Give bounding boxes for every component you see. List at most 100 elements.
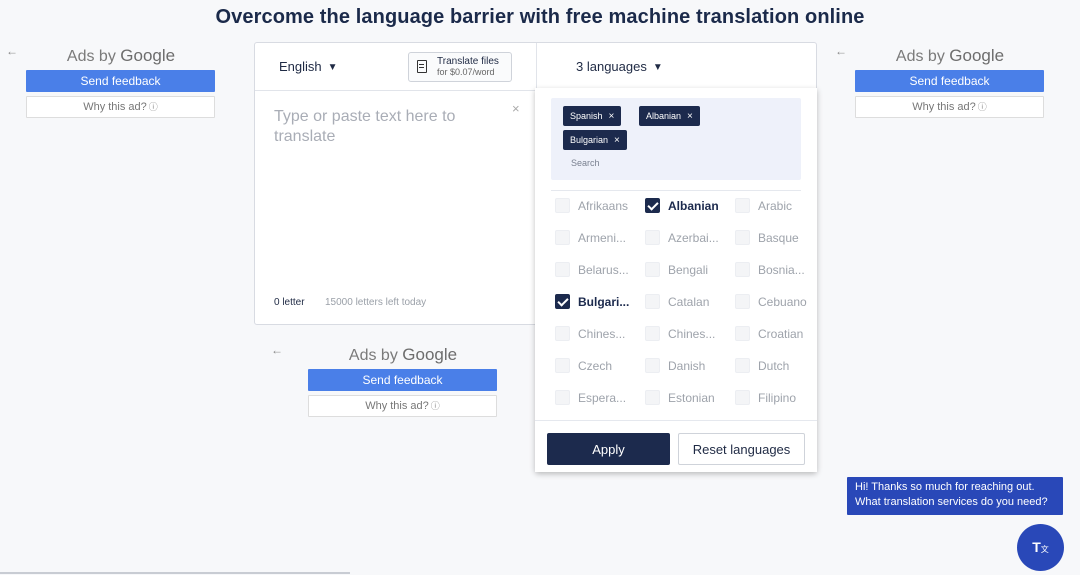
checkbox[interactable] <box>735 358 750 373</box>
close-icon[interactable]: × <box>687 111 693 122</box>
checkbox[interactable] <box>555 294 570 309</box>
language-option-label: Cebuano <box>758 295 807 309</box>
send-feedback-button[interactable]: Send feedback <box>308 369 497 391</box>
language-option-label: Dutch <box>758 359 790 373</box>
checkbox[interactable] <box>645 390 660 405</box>
language-chip[interactable]: Spanish × <box>563 106 622 126</box>
language-option-label: Bulgari... <box>578 295 630 309</box>
checkbox[interactable] <box>555 262 570 277</box>
checkbox[interactable] <box>555 230 570 245</box>
language-chip[interactable]: Bulgarian × <box>563 130 627 150</box>
checkbox[interactable] <box>645 294 660 309</box>
language-option[interactable]: Espera... <box>555 389 643 407</box>
document-icon <box>417 60 427 73</box>
target-languages-select[interactable]: 3 languages ▼ <box>567 53 672 81</box>
language-option[interactable]: Bengali <box>645 261 733 279</box>
why-this-ad-button[interactable]: Why this ad? ⓘ <box>26 96 215 118</box>
language-chip[interactable]: Albanian × <box>639 106 700 126</box>
ad-back-arrow-icon[interactable]: ← <box>271 343 283 357</box>
language-dropdown: Spanish × Albanian × Bulgarian × Search Afr… <box>535 88 817 472</box>
checkbox[interactable] <box>555 326 570 341</box>
checkbox[interactable] <box>735 262 750 277</box>
selected-languages-box: Spanish × Albanian × Bulgarian × Search <box>551 98 801 180</box>
letters-left-label: 15000 letters left today <box>325 297 427 308</box>
language-option[interactable]: Danish <box>645 357 733 375</box>
language-option[interactable]: Arabic <box>735 197 823 215</box>
checkbox[interactable] <box>645 262 660 277</box>
language-option[interactable]: Filipino <box>735 389 823 407</box>
letter-count: 0 letter <box>274 297 305 308</box>
language-option-label: Azerbai... <box>668 231 719 245</box>
ads-by-google-label: Ads by Google <box>895 46 1005 65</box>
language-option-label: Espera... <box>578 391 627 405</box>
language-option[interactable]: Albanian <box>645 197 733 215</box>
chevron-down-icon: ▼ <box>327 62 338 73</box>
ads-by-google-label: Ads by Google <box>66 46 176 65</box>
dropdown-footer: Apply Reset languages <box>535 420 817 472</box>
language-option[interactable]: Afrikaans <box>555 197 643 215</box>
language-option[interactable]: Chines... <box>645 325 733 343</box>
checkbox[interactable] <box>645 230 660 245</box>
translate-files-button[interactable]: Translate files for $0.07/word <box>408 52 512 82</box>
close-icon[interactable]: × <box>609 111 615 122</box>
info-icon: ⓘ <box>430 401 440 411</box>
send-feedback-button[interactable]: Send feedback <box>26 70 215 92</box>
language-option-label: Estonian <box>668 391 715 405</box>
ads-by-google-label: Ads by Google <box>348 345 458 364</box>
language-option[interactable]: Basque <box>735 229 823 247</box>
checkbox[interactable] <box>645 326 660 341</box>
language-option[interactable]: Catalan <box>645 293 733 311</box>
language-option[interactable]: Chines... <box>555 325 643 343</box>
checkbox[interactable] <box>735 198 750 213</box>
source-language-select[interactable]: English ▼ <box>269 53 348 81</box>
ad-back-arrow-icon[interactable]: ← <box>835 44 847 58</box>
checkbox[interactable] <box>645 198 660 213</box>
language-option-label: Armeni... <box>578 231 627 245</box>
reset-languages-button[interactable]: Reset languages <box>678 433 805 465</box>
chat-translate-button[interactable]: T文 <box>1017 524 1064 571</box>
scrollbar[interactable] <box>0 572 350 574</box>
checkbox[interactable] <box>645 358 660 373</box>
apply-button[interactable]: Apply <box>547 433 670 465</box>
checkbox[interactable] <box>735 326 750 341</box>
language-option-label: Bengali <box>668 263 709 277</box>
language-search-input[interactable]: Search <box>571 158 771 168</box>
language-option[interactable]: Croatian <box>735 325 823 343</box>
language-option[interactable]: Cebuano <box>735 293 823 311</box>
language-option-label: Belarus... <box>578 263 629 277</box>
checkbox[interactable] <box>735 390 750 405</box>
language-option[interactable]: Bosnia... <box>735 261 823 279</box>
info-icon: ⓘ <box>148 102 158 112</box>
ad-back-arrow-icon[interactable]: ← <box>6 44 18 58</box>
page-headline: Overcome the language barrier with free … <box>215 6 865 28</box>
translate-icon: T文 <box>1032 539 1049 555</box>
language-option[interactable]: Estonian <box>645 389 733 407</box>
checkbox[interactable] <box>555 198 570 213</box>
close-icon[interactable]: × <box>614 135 620 146</box>
language-option-label: Basque <box>758 231 799 245</box>
language-option-label: Bosnia... <box>758 263 805 277</box>
language-option[interactable]: Czech <box>555 357 643 375</box>
language-option-label: Czech <box>578 359 613 373</box>
checkbox[interactable] <box>555 358 570 373</box>
send-feedback-button[interactable]: Send feedback <box>855 70 1044 92</box>
ad-right: ← Ads by Google Send feedback Why this a… <box>835 44 1045 118</box>
language-option[interactable]: Belarus... <box>555 261 643 279</box>
why-this-ad-button[interactable]: Why this ad? ⓘ <box>855 96 1044 118</box>
checkbox[interactable] <box>555 390 570 405</box>
source-text-input[interactable]: Type or paste text here to translate <box>274 107 504 147</box>
close-icon[interactable]: × <box>512 101 520 116</box>
language-option-label: Arabic <box>758 199 793 213</box>
language-option[interactable]: Armeni... <box>555 229 643 247</box>
why-this-ad-button[interactable]: Why this ad? ⓘ <box>308 395 497 417</box>
language-option-label: Croatian <box>758 327 804 341</box>
checkbox[interactable] <box>735 294 750 309</box>
info-icon: ⓘ <box>977 102 987 112</box>
language-option-label: Chines... <box>668 327 716 341</box>
language-option[interactable]: Bulgari... <box>555 293 643 311</box>
chat-message[interactable]: Hi! Thanks so much for reaching out. Wha… <box>847 477 1063 515</box>
language-option[interactable]: Dutch <box>735 357 823 375</box>
language-option-label: Chines... <box>578 327 626 341</box>
checkbox[interactable] <box>735 230 750 245</box>
language-option[interactable]: Azerbai... <box>645 229 733 247</box>
